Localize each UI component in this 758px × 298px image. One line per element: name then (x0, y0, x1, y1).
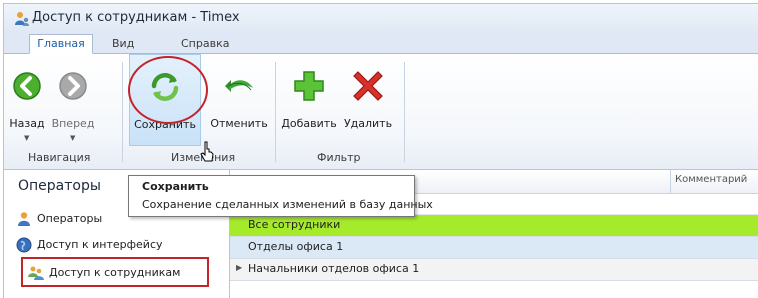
forward-label: Вперед (51, 117, 95, 130)
table-row[interactable]: Отделы офиса 1 (230, 237, 758, 259)
row-name: Все сотрудники (248, 218, 341, 231)
sidebar-item-employee-access[interactable]: Доступ к сотрудникам (21, 257, 209, 287)
title-bar: Доступ к сотрудникам - Timex (4, 4, 758, 33)
back-button[interactable]: Назад ▼ (7, 54, 47, 144)
filter-group-label: Фильтр (317, 151, 361, 164)
column-separator (670, 170, 671, 193)
tooltip-body: Сохранение сделанных изменений в базу да… (142, 198, 433, 211)
row-name: Начальники отделов офиса 1 (248, 262, 420, 275)
users-icon (28, 266, 44, 280)
delete-x-icon (353, 71, 383, 101)
user-icon (18, 212, 30, 226)
add-button[interactable]: Добавить (280, 54, 338, 144)
tab-help[interactable]: Справка (181, 35, 229, 53)
group-separator (122, 62, 123, 162)
add-label: Добавить (281, 117, 337, 130)
back-arrow-icon (13, 72, 41, 100)
globe-icon (16, 237, 32, 253)
forward-dropdown-icon[interactable]: ▼ (70, 134, 75, 142)
delete-label: Удалить (343, 117, 393, 130)
sidebar-item-label: Доступ к интерфейсу (37, 238, 163, 251)
forward-arrow-icon (59, 72, 87, 100)
group-separator (275, 62, 276, 162)
save-highlight-circle (128, 56, 208, 124)
row-name: Отделы офиса 1 (248, 240, 344, 253)
cancel-label: Отменить (210, 117, 268, 130)
cancel-button[interactable]: Отменить (209, 54, 269, 144)
back-label: Назад (9, 117, 45, 130)
sidebar-title: Операторы (18, 178, 101, 194)
tab-home[interactable]: Главная (29, 34, 93, 54)
tab-view[interactable]: Вид (112, 35, 134, 53)
sidebar-item-operators[interactable]: Операторы (16, 209, 102, 229)
tooltip-title: Сохранить (142, 180, 209, 193)
sidebar-item-label: Доступ к сотрудникам (49, 266, 181, 279)
mouse-pointer-icon (200, 141, 214, 162)
delete-button[interactable]: Удалить (340, 54, 396, 144)
group-separator (404, 62, 405, 162)
sidebar-item-interface-access[interactable]: Доступ к интерфейсу (16, 235, 163, 255)
navigation-group-label: Навигация (28, 151, 91, 164)
app-users-icon (15, 12, 29, 26)
table-row[interactable]: ▶ Начальники отделов офиса 1 (230, 259, 758, 281)
forward-button[interactable]: Вперед ▼ (48, 54, 98, 144)
plus-icon (294, 71, 324, 101)
save-tooltip: Сохранить Сохранение сделанных изменений… (128, 175, 433, 217)
table-row[interactable]: Все сотрудники (230, 215, 758, 237)
undo-icon (225, 80, 253, 92)
ribbon-tabs: Главная Вид Справка (4, 33, 758, 54)
back-dropdown-icon[interactable]: ▼ (24, 134, 29, 142)
window-title: Доступ к сотрудникам - Timex (32, 10, 240, 25)
sidebar-item-label: Операторы (37, 212, 103, 225)
column-header-comment[interactable]: Комментарий (675, 174, 747, 185)
row-indicator-icon: ▶ (236, 263, 243, 272)
app-window: Доступ к сотрудникам - Timex Главная Вид… (3, 3, 758, 298)
ribbon: Назад ▼ Вперед ▼ Навигация Сохранить Отм… (4, 54, 758, 170)
